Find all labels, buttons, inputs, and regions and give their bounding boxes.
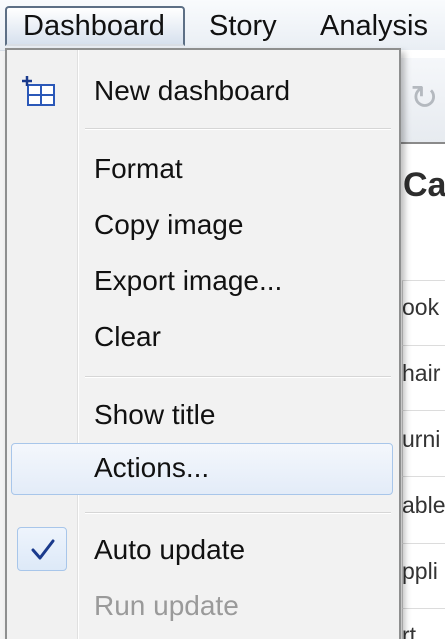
menu-item-run-update[interactable]: Run update (11, 582, 393, 630)
menu-dashboard[interactable]: Dashboard (5, 6, 185, 46)
menu-item-format[interactable]: Format (11, 145, 393, 193)
menu-item-label: New dashboard (94, 75, 291, 106)
menu-separator (85, 128, 391, 130)
menu-story[interactable]: Story (195, 6, 291, 46)
menu-item-label: Clear (94, 321, 161, 352)
background-row: rt (402, 622, 417, 639)
menu-item-copy-image[interactable]: Copy image (11, 201, 393, 249)
background-row: ppli (402, 558, 438, 584)
menu-bar: Dashboard Story Analysis (0, 0, 445, 51)
background-row-line (402, 543, 445, 544)
background-row-line (402, 608, 445, 609)
background-divider (402, 280, 403, 639)
background-row: hair (402, 360, 441, 386)
background-row-line (402, 280, 445, 281)
menu-item-label: Run update (94, 590, 239, 621)
menu-item-label: Copy image (94, 209, 244, 240)
background-row-line (402, 345, 445, 346)
background-heading: Ca (403, 166, 445, 204)
menu-item-label: Actions... (94, 452, 210, 483)
dashboard-dropdown-menu: New dashboard Format Copy image Export i… (5, 48, 401, 639)
menu-item-label: Show title (94, 399, 216, 430)
menu-item-label: Auto update (94, 534, 246, 565)
menu-item-label: Format (94, 153, 183, 184)
menu-item-auto-update[interactable]: Auto update (11, 526, 393, 574)
menu-separator (85, 376, 391, 378)
background-row: able (402, 492, 445, 518)
menu-separator (85, 512, 391, 514)
checkmark-icon (17, 527, 67, 571)
background-row: urni (402, 426, 441, 452)
app-window: Dashboard Story Analysis ↻ Ca ook hair u… (0, 0, 445, 639)
background-row-line (402, 410, 445, 411)
menu-item-clear[interactable]: Clear (11, 313, 393, 361)
menu-item-label: Export image... (94, 265, 283, 296)
menu-item-show-title[interactable]: Show title (11, 391, 393, 439)
menu-analysis[interactable]: Analysis (306, 6, 442, 46)
new-dashboard-icon (21, 75, 57, 112)
background-row-line (402, 476, 445, 477)
menu-item-new-dashboard[interactable]: New dashboard (11, 67, 393, 115)
menu-item-actions[interactable]: Actions... (11, 443, 393, 495)
menu-item-export-image[interactable]: Export image... (11, 257, 393, 305)
refresh-icon[interactable]: ↻ (410, 78, 439, 118)
background-row: ook (402, 294, 440, 320)
